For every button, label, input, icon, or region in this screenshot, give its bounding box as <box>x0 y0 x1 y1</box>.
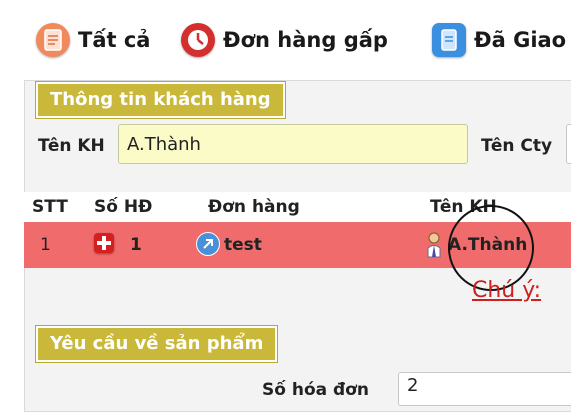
row-order[interactable]: test <box>224 222 262 268</box>
customer-name-label: Tên KH <box>38 136 105 156</box>
header-order: Đơn hàng <box>208 197 300 217</box>
customer-section-title: Thông tin khách hàng <box>36 82 285 118</box>
customer-name-input[interactable]: A.Thành <box>118 124 468 164</box>
user-icon <box>426 231 442 259</box>
file-icon <box>432 23 466 57</box>
header-stt: STT <box>32 197 68 217</box>
invoice-number-input[interactable]: 2 <box>398 372 571 406</box>
urgent-plus-icon[interactable] <box>94 233 114 253</box>
top-toolbar: Tất cả Đơn hàng gấp Đã Giao <box>0 0 571 80</box>
urgent-orders-label: Đơn hàng gấp <box>223 28 388 52</box>
delivered-label: Đã Giao <box>474 28 567 52</box>
company-name-label: Tên Cty <box>481 136 553 156</box>
filter-all-button[interactable]: Tất cả <box>36 20 150 60</box>
filter-all-label: Tất cả <box>78 28 151 52</box>
company-name-input[interactable] <box>566 124 571 164</box>
header-invoice: Số HĐ <box>94 197 153 217</box>
urgent-orders-button[interactable]: Đơn hàng gấp <box>181 20 388 60</box>
note-link[interactable]: Chú ý: <box>472 278 541 303</box>
row-invoice: 1 <box>130 235 142 255</box>
document-icon <box>36 23 70 57</box>
row-stt: 1 <box>40 235 51 255</box>
invoice-number-label: Số hóa đơn <box>262 380 369 400</box>
delivered-button[interactable]: Đã Giao <box>432 20 566 60</box>
product-section-title: Yêu cầu về sản phẩm <box>36 326 278 362</box>
order-link-icon[interactable] <box>196 232 220 256</box>
clock-icon <box>181 23 215 57</box>
